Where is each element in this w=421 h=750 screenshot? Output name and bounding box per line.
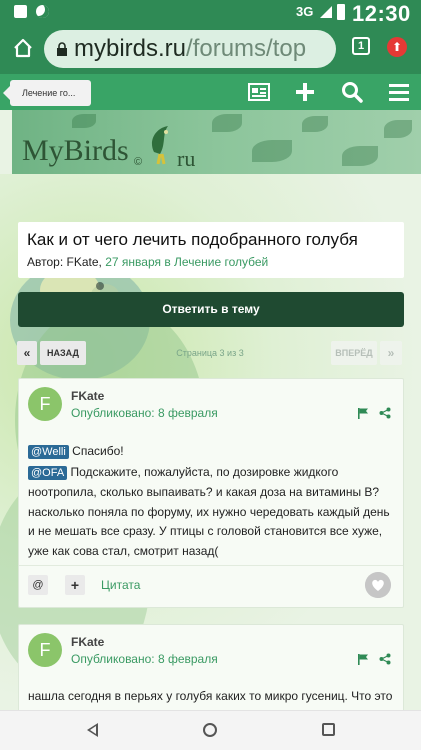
next-page-button: ВПЕРЁД xyxy=(331,341,377,365)
post-text: Подскажите, пожалуйста, по дозировке жид… xyxy=(28,464,390,558)
share-icon[interactable] xyxy=(379,653,391,665)
plus-icon[interactable] xyxy=(293,81,317,103)
avatar[interactable]: F xyxy=(28,387,62,421)
recent-apps-icon[interactable] xyxy=(322,723,335,736)
last-page-button: » xyxy=(380,341,402,365)
tabs-icon[interactable]: 1 xyxy=(352,37,370,55)
browser-toolbar: mybirds.ru/forums/top 1 ⬆ xyxy=(0,24,421,74)
url-field[interactable]: mybirds.ru/forums/top xyxy=(44,30,336,68)
notification-icon xyxy=(14,5,27,18)
logo-copyright: © xyxy=(134,156,143,168)
battery-icon xyxy=(337,4,345,20)
post: F FKate Опубликовано: 8 февраля @Welli С… xyxy=(18,378,404,608)
post: F FKate Опубликовано: 8 февраля нашла се… xyxy=(18,624,404,714)
prev-page-button[interactable]: НАЗАД xyxy=(40,341,86,365)
back-icon[interactable] xyxy=(87,723,98,737)
site-banner: MyBirds © ru xyxy=(12,110,421,174)
post-content: @Welli Спасибо! @OFA Подскажите, пожалуй… xyxy=(28,442,398,561)
topic-header: Как и от чего лечить подобранного голубя… xyxy=(18,222,404,278)
avatar[interactable]: F xyxy=(28,633,62,667)
share-icon[interactable] xyxy=(379,407,391,419)
first-page-button[interactable]: « xyxy=(17,341,37,365)
url-domain: mybirds.ru xyxy=(74,35,187,62)
extension-icon[interactable]: ⬆ xyxy=(387,37,407,57)
flag-icon[interactable] xyxy=(357,653,369,665)
news-icon[interactable] xyxy=(247,81,271,103)
lock-icon xyxy=(57,42,67,56)
url-path: /forums/top xyxy=(186,35,307,62)
menu-icon[interactable] xyxy=(387,81,411,103)
topic-in-word: в xyxy=(164,255,171,269)
topic-forum-link[interactable]: Лечение голубей xyxy=(174,255,268,269)
network-type: 3G xyxy=(296,4,314,19)
logo-name: MyBirds xyxy=(22,134,129,167)
divider xyxy=(19,565,403,566)
multiquote-button[interactable]: + xyxy=(65,575,85,595)
home-circle-icon[interactable] xyxy=(203,723,217,737)
post-date[interactable]: Опубликовано: 8 февраля xyxy=(71,652,218,666)
url-text: mybirds.ru/forums/top xyxy=(74,35,306,63)
post-text: Спасибо! xyxy=(72,444,124,458)
post-author[interactable]: FKate xyxy=(71,389,104,403)
quote-button[interactable]: Цитата xyxy=(101,578,140,592)
mention[interactable]: @OFA xyxy=(28,465,68,480)
logo-tld: ru xyxy=(177,146,196,171)
reply-button[interactable]: Ответить в тему xyxy=(18,292,404,327)
author-prefix: Автор: xyxy=(27,255,64,269)
system-nav-bar xyxy=(0,710,421,750)
signal-icon xyxy=(320,6,332,18)
do-not-disturb-icon xyxy=(36,5,49,18)
post-text: нашла сегодня в перьях у голубя каких то… xyxy=(28,689,393,703)
post-date[interactable]: Опубликовано: 8 февраля xyxy=(71,406,218,420)
page-indicator[interactable]: Страница 3 из 3 xyxy=(150,341,270,365)
page-title: Как и от чего лечить подобранного голубя xyxy=(27,230,358,249)
bird-logo-icon xyxy=(151,126,168,165)
topic-byline: Автор: FKate, 27 января в Лечение голубе… xyxy=(27,255,268,269)
breadcrumb[interactable]: Лечение го... xyxy=(3,80,91,106)
search-icon[interactable] xyxy=(340,81,364,103)
mention-button[interactable]: @ xyxy=(28,575,48,595)
site-toolbar: Лечение го... xyxy=(0,74,421,110)
flag-icon[interactable] xyxy=(357,407,369,419)
status-bar: 3G 12:30 xyxy=(0,0,421,26)
mention[interactable]: @Welli xyxy=(28,445,69,459)
topic-author[interactable]: FKate, xyxy=(67,255,102,269)
home-icon[interactable] xyxy=(12,37,34,59)
topic-date[interactable]: 27 января xyxy=(105,255,161,269)
post-author[interactable]: FKate xyxy=(71,635,104,649)
heart-icon[interactable] xyxy=(365,572,391,598)
